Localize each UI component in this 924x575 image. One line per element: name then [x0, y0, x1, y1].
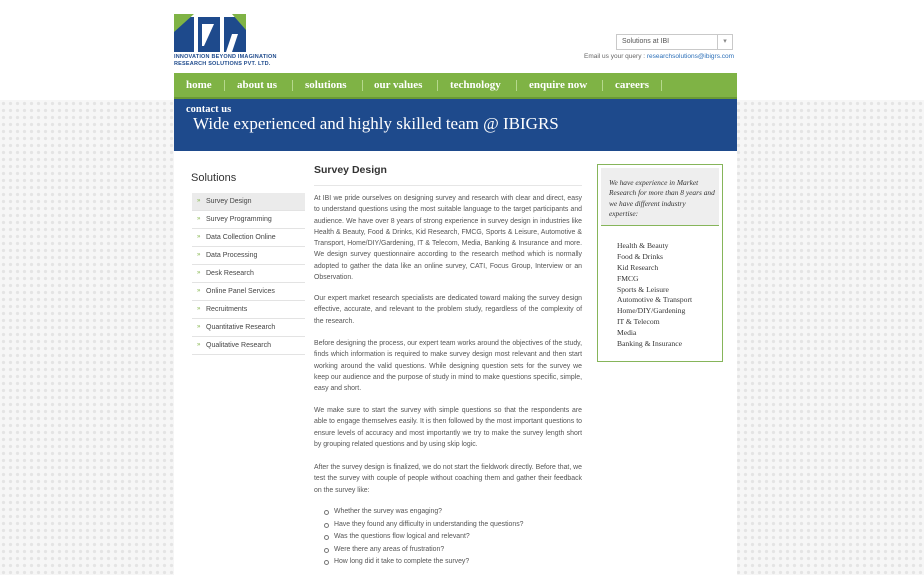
sidebar-item-label: Quantitative Research — [206, 324, 276, 331]
page-container: INNOVATION BEYOND IMAGINATION RESEARCH S… — [174, 0, 737, 575]
nav-separator — [516, 80, 517, 91]
bullet-icon: » — [197, 324, 201, 330]
bullet-icon: » — [197, 252, 201, 258]
list-item: Whether the survey was engaging? — [324, 506, 584, 519]
banner-title: Wide experienced and highly skilled team… — [193, 114, 559, 133]
sidebar-item-label: Online Panel Services — [206, 288, 275, 295]
sidebar-item-online-panel-services[interactable]: » Online Panel Services — [192, 283, 305, 301]
nav-item-home[interactable]: home — [186, 73, 212, 97]
logo-tagline-2: RESEARCH SOLUTIONS PVT. LTD. — [174, 61, 271, 67]
circle-bullet-icon — [324, 510, 329, 515]
industry-item: Sports & Leisure — [617, 284, 669, 294]
nav-item-enquire-now[interactable]: enquire now — [529, 73, 587, 97]
bullet-icon: » — [197, 234, 201, 240]
nav-separator — [602, 80, 603, 91]
sidebar-item-recruitments[interactable]: » Recruitments — [192, 301, 305, 319]
main-nav: home about us solutions our values techn… — [174, 73, 737, 99]
content-paragraph: We make sure to start the survey with si… — [314, 407, 582, 448]
list-item: Was the questions flow logical and relev… — [324, 531, 584, 544]
nav-separator — [661, 80, 662, 91]
sidebar-item-qualitative-research[interactable]: » Qualitative Research — [192, 337, 305, 355]
ibi-logo-icon — [174, 14, 246, 52]
sidebar-item-label: Qualitative Research — [206, 342, 271, 349]
nav-item-technology[interactable]: technology — [450, 73, 501, 97]
nav-separator — [224, 80, 225, 91]
industry-item: Food & Drinks — [617, 251, 663, 261]
list-item: Were there any areas of frustration? — [324, 544, 584, 557]
industry-list: Health & Beauty Food & Drinks Kid Resear… — [617, 241, 692, 350]
bullet-icon: » — [197, 198, 201, 204]
industry-item: Kid Research — [617, 262, 659, 272]
sidebar-item-label: Survey Programming — [206, 216, 272, 223]
bullet-icon: » — [197, 342, 201, 348]
sidebar-item-label: Survey Design — [206, 198, 252, 205]
sidebar-item-desk-research[interactable]: » Desk Research — [192, 265, 305, 283]
title-divider — [314, 185, 582, 186]
industry-item: Media — [617, 328, 637, 338]
email-line: Email us your query : researchsolutions@… — [584, 53, 734, 60]
nav-item-solutions[interactable]: solutions — [305, 73, 347, 97]
hero-banner: contact us Wide experienced and highly s… — [174, 99, 737, 151]
nav-item-careers[interactable]: careers — [615, 73, 649, 97]
list-item: Have they found any difficulty in unders… — [324, 519, 584, 532]
industry-item: Automotive & Transport — [617, 295, 693, 305]
sidebar-item-label: Recruitments — [206, 306, 248, 313]
industry-item: FMCG — [617, 273, 639, 283]
list-item-text: Were there any areas of frustration? — [334, 545, 445, 553]
nav-item-about-us[interactable]: about us — [237, 73, 277, 97]
bullet-icon: » — [197, 288, 201, 294]
list-item-text: Have they found any difficulty in unders… — [334, 520, 524, 528]
list-item-text: How long did it take to complete the sur… — [334, 558, 470, 566]
circle-bullet-icon — [324, 535, 329, 541]
list-item: How long did it take to complete the sur… — [324, 556, 584, 569]
solutions-select-value: Solutions at IBI — [622, 38, 670, 45]
circle-bullet-icon — [324, 560, 329, 566]
sidebar-menu: » Survey Design » Survey Programming » Data… — [192, 193, 305, 355]
circle-bullet-icon — [324, 547, 329, 553]
list-item-text: Whether the survey was engaging? — [334, 508, 443, 515]
bullet-icon: » — [197, 216, 201, 222]
industry-item: IT & Telecom — [617, 317, 660, 327]
email-label: Email us your query : — [584, 53, 646, 60]
sidebar-item-quantitative-research[interactable]: » Quantitative Research — [192, 319, 305, 337]
experience-box: We have experience in Market Research fo… — [597, 164, 723, 362]
sidebar-item-survey-programming[interactable]: » Survey Programming — [192, 211, 305, 229]
content-paragraph: Before designing the process, our expert… — [314, 340, 582, 393]
content-paragraph: After the survey design is finalized, we… — [314, 464, 582, 494]
sidebar-item-data-collection-online[interactable]: » Data Collection Online — [192, 229, 305, 247]
sidebar-item-label: Desk Research — [206, 270, 254, 277]
nav-separator — [437, 80, 438, 91]
email-link[interactable]: researchsolutions@ibigrs.com — [647, 53, 734, 60]
content-paragraph: At IBI we pride ourselves on designing s… — [314, 195, 582, 282]
circle-bullet-icon — [324, 522, 329, 528]
logo-tagline-1: INNOVATION BEYOND IMAGINATION — [174, 54, 277, 60]
page-title: Survey Design — [314, 164, 387, 176]
bullet-icon: » — [197, 306, 201, 312]
sidebar-item-survey-design[interactable]: » Survey Design — [192, 193, 305, 211]
solutions-select[interactable]: Solutions at IBI ▾ — [616, 34, 733, 50]
company-logo[interactable]: INNOVATION BEYOND IMAGINATION RESEARCH S… — [174, 14, 284, 70]
industry-item: Home/DIY/Gardening — [617, 306, 686, 316]
sidebar-item-label: Data Processing — [206, 252, 258, 259]
content-paragraph: Our expert market research specialists a… — [314, 295, 582, 325]
sidebar-item-label: Data Collection Online — [206, 234, 276, 241]
sidebar-title: Solutions — [191, 172, 237, 184]
chevron-down-icon[interactable]: ▾ — [717, 35, 732, 49]
list-item-text: Was the questions flow logical and relev… — [334, 533, 470, 541]
nav-separator — [362, 80, 363, 91]
nav-item-our-values[interactable]: our values — [374, 73, 422, 97]
bullet-icon: » — [197, 270, 201, 276]
industry-item: Banking & Insurance — [617, 339, 682, 349]
feedback-list: Whether the survey was engaging? Have th… — [324, 506, 584, 569]
nav-separator — [292, 80, 293, 91]
experience-heading-panel: We have experience in Market Research fo… — [601, 168, 719, 226]
industry-item: Health & Beauty — [617, 241, 669, 250]
sidebar-item-data-processing[interactable]: » Data Processing — [192, 247, 305, 265]
experience-heading: We have experience in Market Research fo… — [609, 178, 715, 218]
